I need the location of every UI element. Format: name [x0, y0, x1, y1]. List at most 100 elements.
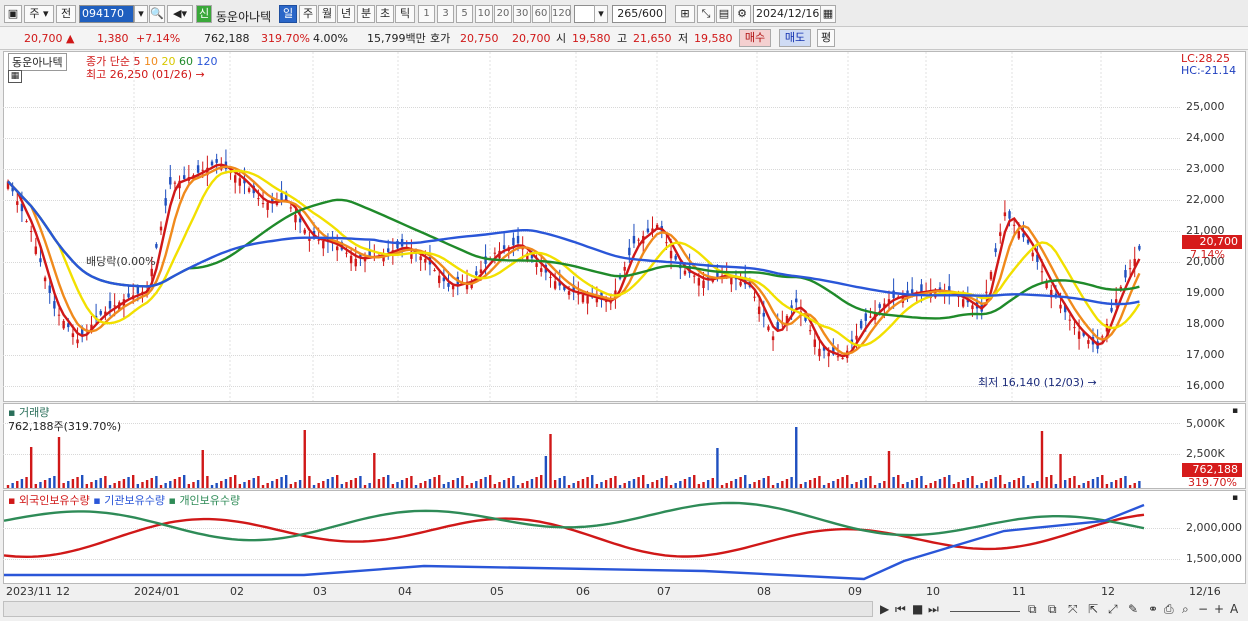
- table-icon[interactable]: ▦: [8, 70, 22, 83]
- stock-name[interactable]: 동운아나텍: [216, 8, 271, 25]
- volume-bar: [94, 480, 98, 488]
- tick-10-button[interactable]: 10: [475, 5, 493, 23]
- period-month-button[interactable]: 월: [318, 5, 336, 23]
- scroll-right-icon[interactable]: ▶: [880, 602, 889, 616]
- volume-bar: [122, 479, 126, 488]
- volume-bar: [1003, 484, 1007, 488]
- volume-bar: [623, 483, 626, 488]
- open-price: 19,580: [572, 32, 611, 45]
- ask-price: 20,700: [512, 32, 551, 45]
- candle-body: [493, 252, 497, 254]
- font-size-icon[interactable]: A: [1230, 602, 1238, 616]
- prev-button[interactable]: 전: [56, 5, 76, 23]
- volume-bar: [632, 479, 636, 488]
- volume-bar: [6, 485, 10, 488]
- candle-body: [150, 268, 153, 277]
- cursor-icon[interactable]: ⇱: [1088, 602, 1098, 616]
- volume-bar: [846, 475, 849, 488]
- draw-icon[interactable]: ✎: [1128, 602, 1138, 616]
- tick-60-button[interactable]: 60: [532, 5, 550, 23]
- volume-bar: [34, 484, 38, 488]
- resize-icon[interactable]: ⤢: [1108, 602, 1118, 617]
- cross-icon[interactable]: ⤧: [1068, 602, 1078, 617]
- fast-forward-icon[interactable]: ⏭: [928, 602, 939, 617]
- volume-bar: [999, 475, 1002, 488]
- period-tick-button[interactable]: 틱: [395, 5, 415, 23]
- candle-body: [674, 255, 677, 260]
- rewind-icon[interactable]: ⏮: [895, 602, 906, 617]
- link-icon[interactable]: ⚭: [1148, 602, 1158, 616]
- candle-body: [739, 281, 742, 286]
- candle-body: [1017, 231, 1021, 239]
- chart-tool-icon[interactable]: ⤡: [697, 5, 715, 23]
- close-panel-icon[interactable]: ▪: [1232, 493, 1238, 503]
- zoom-icon[interactable]: ⌕: [1182, 602, 1189, 617]
- code-dropdown-icon[interactable]: ▾: [134, 5, 148, 23]
- tick-1-button[interactable]: 1: [418, 5, 435, 23]
- tick-5-button[interactable]: 5: [456, 5, 473, 23]
- stock-name-tag[interactable]: 동운아나텍: [8, 53, 67, 71]
- volume-bar: [354, 478, 357, 488]
- period-select[interactable]: 주 ▾: [24, 5, 54, 23]
- candle-body: [261, 203, 265, 205]
- zoom-slider[interactable]: [950, 602, 1020, 612]
- volume-bar: [247, 480, 251, 488]
- save-icon[interactable]: ▤: [716, 5, 732, 23]
- tick-20-button[interactable]: 20: [494, 5, 512, 23]
- volume-bar: [224, 479, 228, 488]
- period-minute-button[interactable]: 분: [357, 5, 375, 23]
- tick-3-button[interactable]: 3: [437, 5, 454, 23]
- calendar-icon[interactable]: ▦: [820, 5, 836, 23]
- y-tick: 19,000: [1186, 286, 1225, 299]
- volume-bar: [238, 484, 242, 488]
- gear-icon[interactable]: ⚙: [733, 5, 751, 23]
- volume-bar: [1101, 475, 1104, 488]
- layout-icon[interactable]: ⧉: [1028, 602, 1037, 617]
- candle-body: [294, 214, 297, 223]
- volume-bar: [985, 481, 988, 488]
- candle-body: [303, 229, 306, 234]
- sell-button[interactable]: 매도: [779, 29, 811, 47]
- code-input[interactable]: 094170: [79, 5, 134, 23]
- volume-bar: [1073, 476, 1076, 488]
- eval-button[interactable]: 평: [817, 29, 835, 47]
- volume-bar: [25, 477, 28, 488]
- buy-button[interactable]: 매수: [739, 29, 771, 47]
- volume-bar: [1050, 475, 1053, 488]
- low-price: 19,580: [694, 32, 733, 45]
- volume-bar: [67, 481, 70, 488]
- volume-chart[interactable]: [4, 404, 1180, 488]
- candle-body: [646, 228, 650, 233]
- volume-bar: [604, 480, 608, 488]
- count-input[interactable]: 265/600: [612, 5, 666, 23]
- period-year-button[interactable]: 년: [337, 5, 355, 23]
- candle-body: [164, 198, 167, 206]
- candle-body: [632, 235, 636, 244]
- zoom-out-icon[interactable]: −: [1198, 602, 1208, 616]
- window-icon[interactable]: ▣: [4, 5, 22, 23]
- volume-bar: [498, 482, 501, 488]
- period-day-button[interactable]: 일: [279, 5, 297, 23]
- period-second-button[interactable]: 초: [376, 5, 394, 23]
- settings-grid-icon[interactable]: ⊞: [675, 5, 695, 23]
- stop-icon[interactable]: ■: [912, 602, 923, 616]
- volume-bar: [428, 479, 432, 488]
- zoom-in-icon[interactable]: +: [1214, 602, 1224, 616]
- volume-bar: [201, 450, 204, 488]
- candle-body: [155, 244, 158, 248]
- tick-120-button[interactable]: 120: [551, 5, 571, 23]
- candle-body: [289, 207, 293, 209]
- copy-icon[interactable]: ⧉: [1048, 602, 1057, 617]
- price-chart[interactable]: [4, 52, 1180, 401]
- close-panel-icon[interactable]: ▪: [1232, 406, 1238, 416]
- print-icon[interactable]: ⎙: [1164, 602, 1174, 617]
- speaker-icon[interactable]: ◀▾: [167, 5, 193, 23]
- tick-dropdown-icon[interactable]: ▾: [594, 5, 608, 23]
- chart-scrollbar[interactable]: [3, 601, 873, 617]
- date-input[interactable]: 2024/12/16: [753, 5, 821, 23]
- period-week-button[interactable]: 주: [299, 5, 317, 23]
- volume-bar: [303, 430, 306, 488]
- volume-bar: [762, 478, 765, 488]
- search-icon[interactable]: 🔍: [149, 5, 165, 23]
- tick-30-button[interactable]: 30: [513, 5, 531, 23]
